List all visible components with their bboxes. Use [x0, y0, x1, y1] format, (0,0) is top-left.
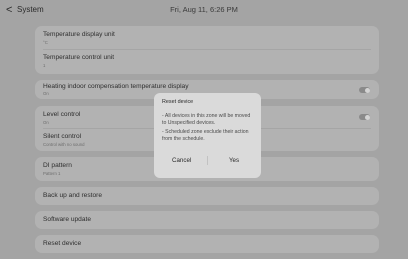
di-pattern-label: DI pattern — [43, 162, 72, 169]
reset-device-label: Reset device — [43, 240, 82, 247]
di-pattern-value: Pattern 1 — [43, 171, 61, 176]
heating-compensation-label: Heating indoor compensation temperature … — [43, 83, 189, 90]
backup-restore-card[interactable]: Back up and restore — [35, 187, 379, 205]
temperature-control-unit-item[interactable]: Temperature control unit 1 — [35, 50, 379, 73]
top-bar: < System Fri, Aug 11, 6:26 PM — [0, 0, 408, 22]
dialog-message-line-1: - All devices in this zone will be moved… — [162, 113, 251, 126]
heating-compensation-toggle[interactable] — [359, 87, 370, 93]
level-control-toggle[interactable] — [359, 114, 370, 120]
button-divider — [207, 156, 208, 165]
heating-compensation-value: On — [43, 91, 49, 96]
temperature-control-unit-value: 1 — [43, 63, 46, 68]
temperature-display-unit-item[interactable]: Temperature display unit °C — [35, 26, 379, 49]
silent-control-value: Control with no sound — [43, 142, 85, 147]
temperature-control-unit-label: Temperature control unit — [43, 54, 115, 61]
reset-device-card[interactable]: Reset device — [35, 235, 379, 253]
cancel-button[interactable]: Cancel — [172, 157, 191, 164]
software-update-label: Software update — [43, 216, 92, 223]
reset-device-dialog: Reset device - All devices in this zone … — [154, 93, 261, 178]
yes-button[interactable]: Yes — [229, 157, 239, 164]
software-update-card[interactable]: Software update — [35, 211, 379, 229]
backup-restore-label: Back up and restore — [43, 192, 103, 199]
level-control-value: On — [43, 120, 49, 125]
dialog-title: Reset device — [162, 99, 194, 105]
temperature-display-unit-value: °C — [43, 40, 48, 45]
temperature-display-unit-label: Temperature display unit — [43, 31, 115, 38]
status-datetime: Fri, Aug 11, 6:26 PM — [170, 5, 238, 14]
dialog-message-line-2: - Scheduled zone exclude their action fr… — [162, 129, 249, 142]
toggle-knob — [364, 87, 370, 93]
toggle-knob — [364, 114, 370, 120]
level-control-label: Level control — [43, 111, 81, 118]
temperature-units-card: Temperature display unit °C Temperature … — [35, 26, 379, 74]
dialog-message: - All devices in this zone will be moved… — [162, 113, 254, 145]
silent-control-label: Silent control — [43, 133, 82, 140]
